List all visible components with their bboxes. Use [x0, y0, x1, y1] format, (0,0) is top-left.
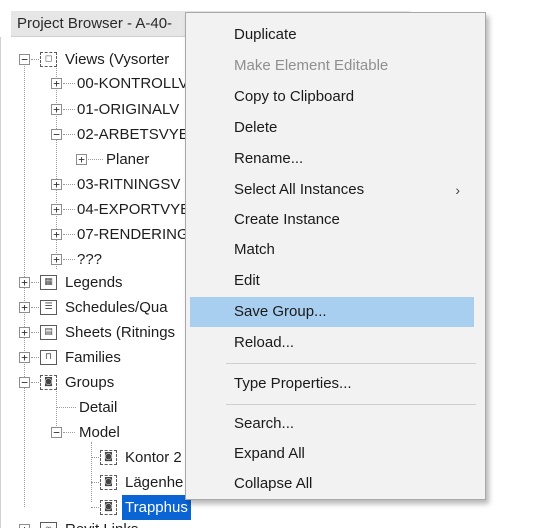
tree-item-label: Revit Links	[65, 517, 138, 528]
menu-item-label: Make Element Editable	[234, 57, 389, 74]
sheet-icon: ▤	[40, 325, 57, 340]
tree-item-label: Kontor 2	[125, 449, 182, 466]
tree-item-label: Sheets (Ritnings	[65, 324, 176, 341]
expand-icon[interactable]: +	[51, 204, 62, 215]
tree-branch-line	[63, 83, 75, 84]
tree-branch-line	[31, 282, 39, 283]
menu-item-label: Copy to Clipboard	[234, 88, 355, 105]
tree-item-label: 03-RITNINGSV	[77, 176, 181, 193]
tree-branch-line	[63, 432, 75, 433]
tree-item-label: 04-EXPORTVYE	[77, 201, 191, 218]
menu-item-edit[interactable]: Edit	[187, 266, 484, 296]
tree-branch-line	[91, 507, 99, 508]
menu-item-search[interactable]: Search...	[187, 409, 484, 439]
tree-item-label: Legends	[65, 274, 123, 291]
menu-item-label: Delete	[234, 119, 278, 136]
tree-item-label: Detail	[79, 399, 118, 416]
tree-branch-line	[63, 234, 75, 235]
menu-item-save-group[interactable]: Save Group...	[190, 297, 474, 327]
menu-item-collapse-all[interactable]: Collapse All	[187, 469, 484, 499]
tree-branch-line	[91, 457, 99, 458]
tree-item-label: Views (Vysorter	[65, 51, 170, 68]
tree-branch-line	[88, 159, 103, 160]
submenu-arrow-icon: ›	[455, 182, 460, 198]
group-icon: ◙	[100, 450, 117, 465]
menu-item-label: Select All Instances	[234, 181, 365, 198]
menu-item-delete[interactable]: Delete	[187, 113, 484, 143]
menu-item-label: Collapse All	[234, 475, 313, 492]
groups-icon: ◙	[40, 375, 57, 390]
tree-branch-line	[63, 109, 75, 110]
menu-item-match[interactable]: Match	[187, 235, 484, 265]
collapse-icon[interactable]: −	[19, 54, 30, 65]
context-menu: Duplicate Make Element Editable Copy to …	[185, 12, 486, 500]
tree-branch-line	[31, 307, 39, 308]
tree-branch-line	[91, 482, 99, 483]
expand-icon[interactable]: +	[51, 229, 62, 240]
menu-item-expand-all[interactable]: Expand All	[187, 439, 484, 469]
tree-branch-line	[31, 332, 39, 333]
menu-item-label: Search...	[234, 415, 295, 432]
expand-icon[interactable]: +	[19, 352, 30, 363]
tree-branch-line	[63, 259, 75, 260]
tree-branch-line	[56, 407, 76, 408]
views-icon: ◻	[40, 52, 57, 67]
menu-item-label: Type Properties...	[234, 375, 352, 392]
tree-item-label: 07-RENDERING	[77, 226, 189, 243]
menu-item-label: Create Instance	[234, 211, 340, 228]
tree-item-label: 02-ARBETSVYE	[77, 126, 189, 143]
menu-item-copy-to-clipboard[interactable]: Copy to Clipboard	[187, 82, 484, 112]
menu-separator	[226, 363, 476, 364]
menu-item-create-instance[interactable]: Create Instance	[187, 205, 484, 235]
tree-item-label: 01-ORIGINALV	[77, 101, 180, 118]
tree-item-label: ???	[77, 251, 103, 268]
tree-branch-line	[31, 357, 39, 358]
menu-separator	[226, 404, 476, 405]
tree-item-label: Groups	[65, 374, 115, 391]
tree-branch-line	[63, 209, 75, 210]
menu-item-label: Save Group...	[234, 303, 327, 320]
expand-icon[interactable]: +	[51, 254, 62, 265]
tree-item-label: Model	[79, 424, 120, 441]
expand-icon[interactable]: +	[51, 78, 62, 89]
menu-item-label: Reload...	[234, 334, 295, 351]
menu-item-type-properties[interactable]: Type Properties...	[187, 369, 484, 399]
tree-item-label: Schedules/Qua	[65, 299, 168, 316]
menu-item-rename[interactable]: Rename...	[187, 144, 484, 174]
expand-icon[interactable]: +	[19, 327, 30, 338]
tree-item-label: 00-KONTROLLV	[77, 75, 189, 92]
legend-icon: ▦	[40, 275, 57, 290]
expand-icon[interactable]: +	[19, 524, 30, 528]
menu-item-label: Match	[234, 241, 275, 258]
tree-branch-line	[31, 59, 39, 60]
group-icon: ◙	[100, 475, 117, 490]
expand-icon[interactable]: +	[76, 154, 87, 165]
group-icon: ◙	[100, 500, 117, 515]
tree-item-label: Lägenhe	[125, 474, 184, 491]
tree-item-revit-links[interactable]: + ∞ Revit Links	[1, 517, 411, 528]
menu-item-label: Duplicate	[234, 26, 297, 43]
menu-item-reload[interactable]: Reload...	[187, 328, 484, 358]
tree-item-label: Planer	[106, 151, 150, 168]
menu-item-label: Expand All	[234, 445, 305, 462]
link-icon: ∞	[40, 522, 57, 528]
schedule-icon: ☰	[40, 300, 57, 315]
menu-item-label: Edit	[234, 272, 260, 289]
tree-branch-line	[63, 184, 75, 185]
menu-item-duplicate[interactable]: Duplicate	[187, 20, 484, 50]
tree-branch-line	[63, 134, 75, 135]
expand-icon[interactable]: +	[51, 104, 62, 115]
collapse-icon[interactable]: −	[51, 427, 62, 438]
tree-item-label: Families	[65, 349, 121, 366]
menu-item-select-all-instances[interactable]: Select All Instances ›	[187, 175, 484, 205]
families-icon: ⊓	[40, 350, 57, 365]
menu-item-make-element-editable: Make Element Editable	[187, 51, 484, 81]
expand-icon[interactable]: +	[51, 179, 62, 190]
collapse-icon[interactable]: −	[51, 129, 62, 140]
expand-icon[interactable]: +	[19, 302, 30, 313]
expand-icon[interactable]: +	[19, 277, 30, 288]
collapse-icon[interactable]: −	[19, 377, 30, 388]
tree-branch-line	[31, 382, 39, 383]
menu-item-label: Rename...	[234, 150, 304, 167]
